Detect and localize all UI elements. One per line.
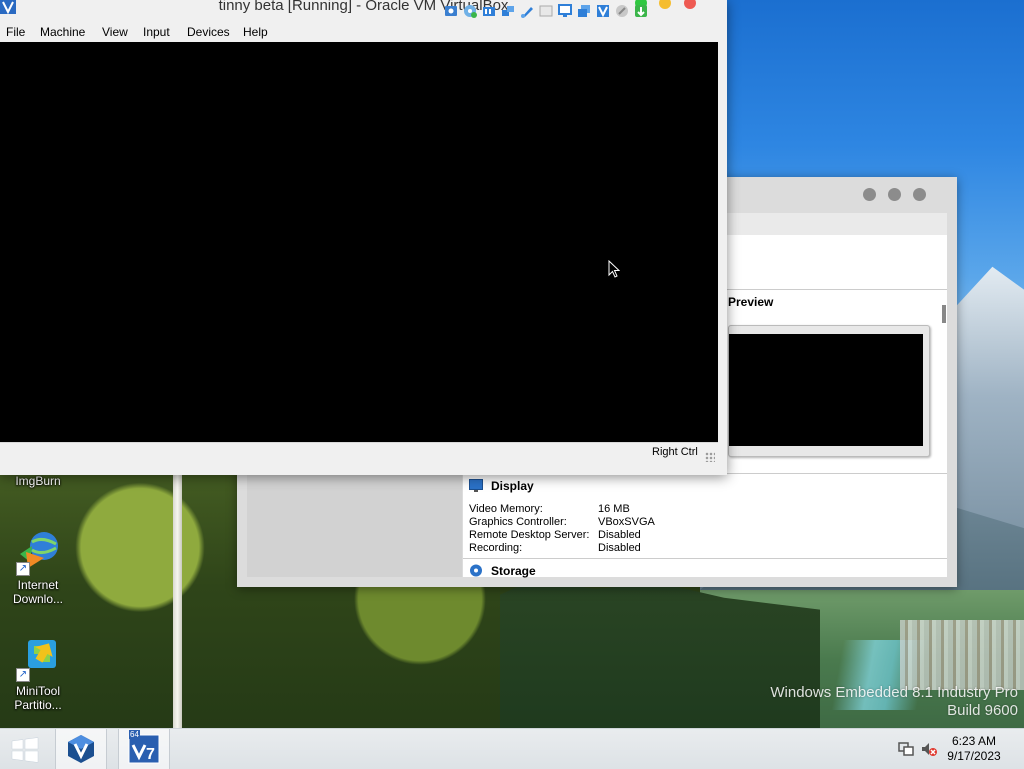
preview-screen [729, 334, 923, 446]
audio-icon[interactable] [482, 4, 496, 18]
monitor-icon [469, 479, 483, 492]
virtualbox-taskbar-button[interactable] [55, 729, 107, 769]
shortcut-arrow-icon: ↗ [16, 562, 30, 576]
desktop-icon-label: MiniTool Partitio... [14, 684, 62, 712]
menu-help[interactable]: Help [243, 25, 268, 39]
windows-logo-icon [11, 737, 39, 763]
virtualization-icon[interactable] [596, 4, 610, 18]
detail-row-recording: Recording: Disabled [469, 542, 641, 554]
usb-icon[interactable] [520, 4, 534, 18]
64-bit-badge: 64 [129, 730, 140, 739]
manager-close-button[interactable] [863, 188, 876, 201]
storage-icon [469, 564, 483, 577]
svg-text:7: 7 [146, 746, 155, 763]
preview-heading: Preview [728, 295, 774, 309]
manager-minimize-button[interactable] [888, 188, 901, 201]
host-key-icon[interactable] [634, 4, 648, 18]
network-status-icon[interactable] [897, 741, 915, 757]
windows-branding: Windows Embedded 8.1 Industry Pro Build … [770, 684, 1018, 720]
network-icon[interactable] [501, 4, 515, 18]
clock-date: 9/17/2023 [947, 749, 1001, 763]
windows7-usb-tool-taskbar-button[interactable]: 7 64 [118, 729, 170, 769]
preview-frame [728, 325, 930, 457]
menu-devices[interactable]: Devices [187, 25, 230, 39]
clock-time: 6:23 AM [951, 734, 997, 748]
menu-input[interactable]: Input [143, 25, 170, 39]
branding-edition: Windows Embedded 8.1 Industry Pro [770, 684, 1018, 701]
virtualbox-cube-icon [68, 735, 94, 763]
mouse-integration-icon[interactable] [615, 4, 629, 18]
vm-window: tinny beta [Running] - Oracle VM Virtual… [0, 0, 727, 475]
desktop-icon-internet-download-manager[interactable]: ↗ Internet Downlo... [0, 528, 76, 606]
desktop-icon-imgburn[interactable]: ImgBurn [0, 474, 76, 488]
mouse-pointer-icon [608, 259, 621, 278]
video-capture-icon[interactable] [577, 4, 591, 18]
menu-file[interactable]: File [6, 25, 25, 39]
globe-download-icon: ↗ [14, 528, 62, 576]
system-clock[interactable]: 6:23 AM 9/17/2023 [939, 734, 1009, 764]
detail-row-graphics-controller: Graphics Controller: VBoxSVGA [469, 516, 655, 528]
storage-heading-label: Storage [491, 564, 536, 578]
manager-maximize-button[interactable] [913, 188, 926, 201]
shortcut-arrow-icon: ↗ [16, 668, 30, 682]
detail-row-remote-desktop: Remote Desktop Server: Disabled [469, 529, 641, 541]
display-icon[interactable] [558, 4, 572, 18]
display-heading-label: Display [491, 479, 534, 493]
vm-status-bar [0, 442, 718, 465]
resize-grip[interactable] [705, 452, 715, 462]
host-key-label: Right Ctrl [652, 446, 698, 458]
menu-view[interactable]: View [102, 25, 128, 39]
storage-section-heading[interactable]: Storage [469, 564, 536, 578]
branding-build: Build 9600 [947, 702, 1018, 719]
menu-machine[interactable]: Machine [40, 25, 85, 39]
start-button[interactable] [0, 729, 50, 769]
optical-drive-icon[interactable] [463, 4, 477, 18]
detail-row-video-memory: Video Memory: 16 MB [469, 503, 630, 515]
vm-menu-bar: File Machine View Input Devices Help [0, 22, 720, 42]
taskbar: 7 64 6:23 AM 9/17/2023 [0, 728, 1024, 769]
volume-muted-icon[interactable] [920, 741, 938, 757]
details-scrollbar[interactable] [942, 305, 946, 323]
vm-guest-screen[interactable] [0, 42, 718, 442]
desktop-icon-label: Internet Downlo... [12, 578, 64, 606]
minitool-partition-icon: ↗ [14, 634, 62, 682]
display-section-heading[interactable]: Display [469, 479, 534, 493]
desktop-icon-minitool-partition[interactable]: ↗ MiniTool Partitio... [0, 634, 76, 712]
vm-list-pane[interactable] [247, 467, 462, 577]
hard-disk-icon[interactable] [444, 4, 458, 18]
desktop-icon-label: ImgBurn [15, 474, 61, 488]
shared-folder-icon[interactable] [539, 4, 553, 18]
